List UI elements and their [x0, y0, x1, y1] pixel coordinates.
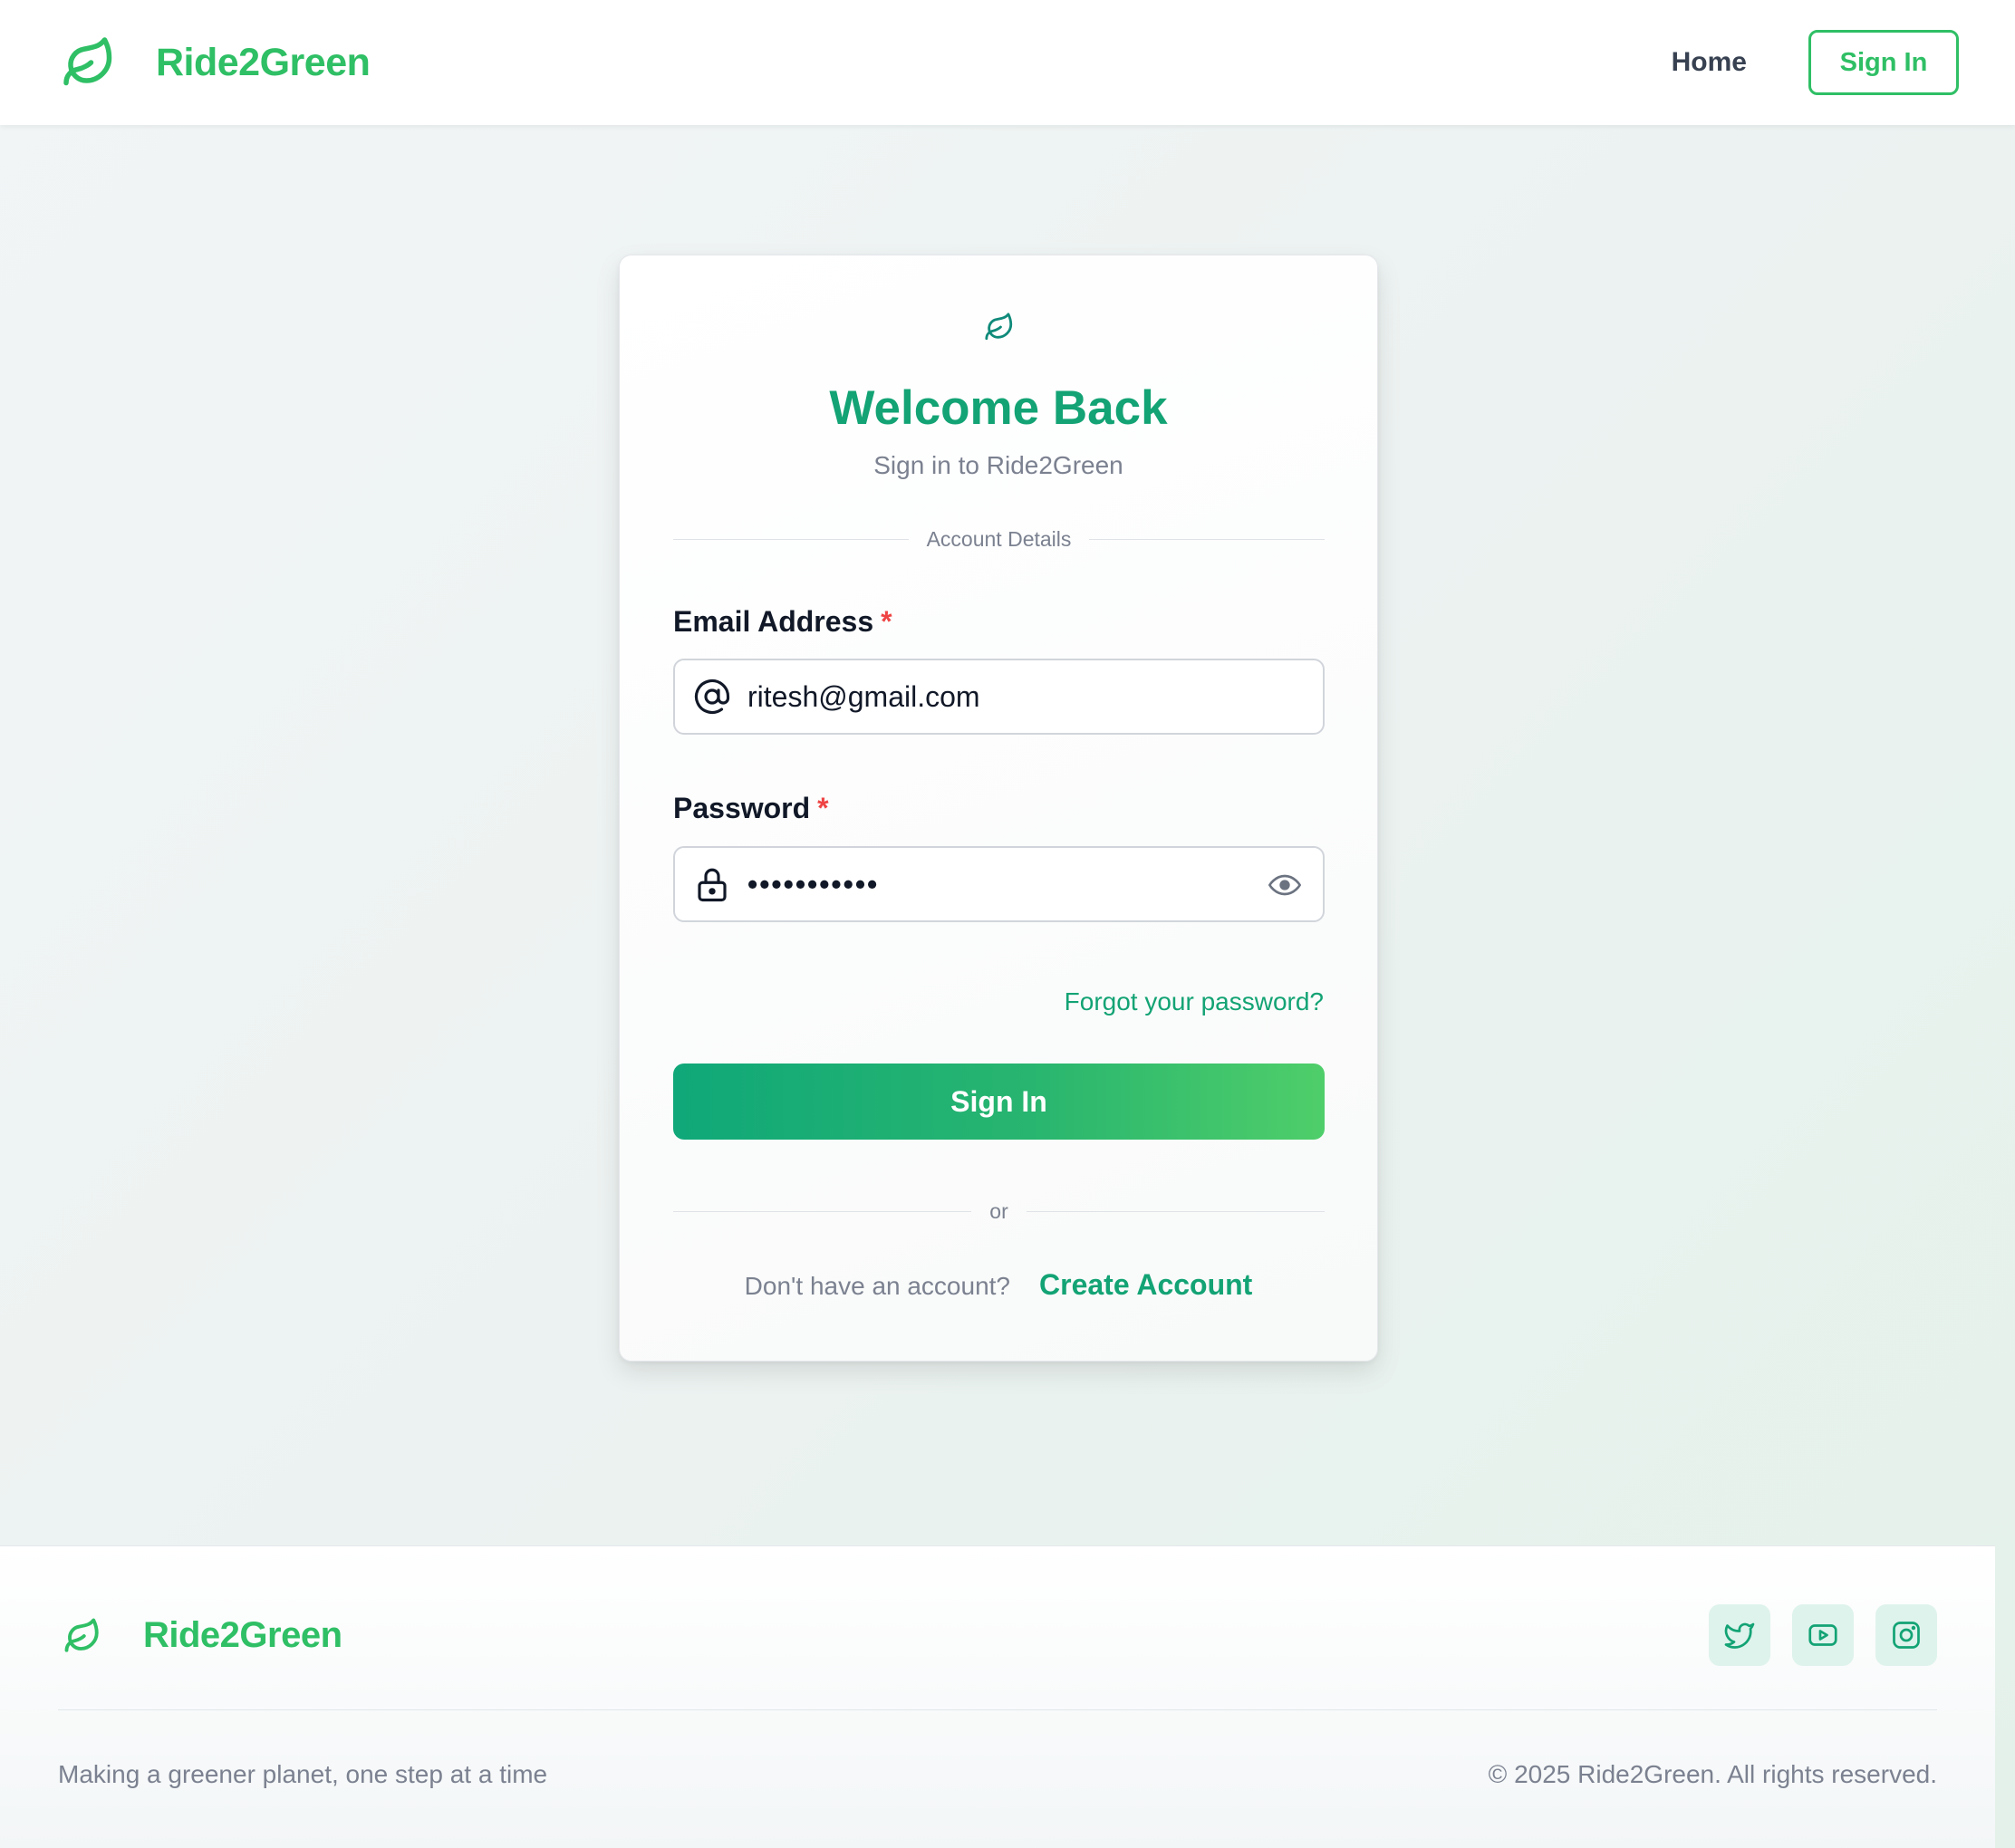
- password-field[interactable]: •••••••••••: [673, 846, 1325, 922]
- signup-prompt-row: Don't have an account? Create Account: [620, 1268, 1377, 1302]
- email-label-text: Email Address: [673, 605, 874, 638]
- main-nav: Home Sign In: [1672, 30, 1959, 95]
- lock-icon: [698, 868, 727, 902]
- account-details-divider: Account Details: [673, 527, 1325, 552]
- or-divider: or: [673, 1199, 1326, 1224]
- instagram-icon: [1893, 1622, 1920, 1649]
- divider-label: Account Details: [926, 527, 1072, 551]
- brand-logo[interactable]: Ride2Green: [62, 35, 371, 90]
- page-subtitle: Sign in to Ride2Green: [873, 451, 1123, 479]
- nav-signin-button[interactable]: Sign In: [1808, 30, 1959, 95]
- twitter-icon: [1724, 1622, 1755, 1649]
- divider-line: [1026, 1211, 1326, 1212]
- create-account-link[interactable]: Create Account: [1039, 1268, 1252, 1302]
- leaf-icon: [63, 37, 112, 86]
- at-sign-icon: [694, 679, 730, 715]
- email-value: ritesh@gmail.com: [747, 679, 980, 713]
- password-label: Password *: [673, 792, 829, 825]
- footer-copyright: © 2025 Ride2Green. All rights reserved.: [1488, 1760, 1937, 1788]
- signin-submit-button[interactable]: Sign In: [673, 1064, 1325, 1140]
- divider-line: [673, 1211, 972, 1212]
- instagram-link[interactable]: [1875, 1604, 1937, 1666]
- youtube-icon: [1808, 1624, 1837, 1646]
- page-title: Welcome Back: [829, 381, 1168, 435]
- leaf-icon: [64, 1618, 99, 1652]
- footer-tagline: Making a greener planet, one step at a t…: [58, 1760, 548, 1788]
- nav-home-link[interactable]: Home: [1672, 47, 1747, 78]
- divider-label: or: [989, 1199, 1008, 1223]
- divider-line: [673, 539, 909, 540]
- brand-name: Ride2Green: [156, 40, 371, 84]
- footer: Ride2Green Making a greener planet, one …: [0, 1545, 1995, 1848]
- footer-divider: [58, 1709, 1937, 1710]
- forgot-password-link[interactable]: Forgot your password?: [1065, 987, 1324, 1016]
- footer-brand-name: Ride2Green: [143, 1615, 342, 1655]
- twitter-link[interactable]: [1709, 1604, 1770, 1666]
- signup-prompt: Don't have an account?: [744, 1272, 1011, 1300]
- login-card: Welcome Back Sign in to Ride2Green Accou…: [619, 255, 1378, 1362]
- footer-brand[interactable]: Ride2Green: [63, 1615, 342, 1656]
- email-label: Email Address *: [673, 605, 892, 639]
- leaf-icon: [985, 313, 1013, 341]
- top-navbar: Ride2Green Home Sign In: [0, 0, 2015, 125]
- divider-line: [1089, 539, 1325, 540]
- required-asterisk: *: [817, 792, 829, 824]
- required-asterisk: *: [881, 605, 892, 638]
- email-field[interactable]: ritesh@gmail.com: [673, 659, 1325, 735]
- password-label-text: Password: [673, 792, 811, 824]
- youtube-link[interactable]: [1792, 1604, 1854, 1666]
- eye-icon[interactable]: [1267, 867, 1303, 903]
- password-value: •••••••••••: [747, 867, 880, 900]
- social-links: [1687, 1604, 1937, 1666]
